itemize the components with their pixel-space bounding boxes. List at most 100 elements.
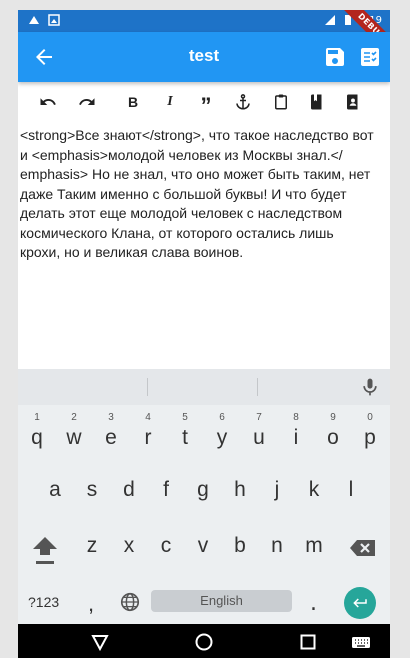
key-j[interactable]: j xyxy=(259,468,295,512)
suggestion-divider xyxy=(257,378,258,396)
shift-key-icon[interactable] xyxy=(30,533,60,567)
key-label: s xyxy=(86,478,98,501)
key-label: x xyxy=(123,534,135,557)
account-box-button[interactable] xyxy=(341,90,365,114)
key-label: k xyxy=(308,478,320,501)
microphone-icon[interactable] xyxy=(360,377,380,397)
suggestion-divider xyxy=(147,378,148,396)
key-c[interactable]: c xyxy=(148,524,184,568)
key-label: y xyxy=(216,426,228,449)
redo-icon xyxy=(79,98,95,105)
account-box-icon xyxy=(347,94,358,110)
key-t[interactable]: 5t xyxy=(167,411,203,455)
comma-key[interactable]: , xyxy=(88,591,94,617)
clipboard-button[interactable] xyxy=(269,90,293,114)
key-label: c xyxy=(160,534,172,557)
key-label: u xyxy=(253,426,265,449)
symbols-key[interactable]: ?123 xyxy=(28,594,59,610)
key-label: a xyxy=(49,478,61,501)
key-z[interactable]: z xyxy=(74,524,110,568)
key-hint: 5 xyxy=(182,412,188,423)
key-f[interactable]: f xyxy=(148,468,184,512)
key-d[interactable]: d xyxy=(111,468,147,512)
key-label: b xyxy=(234,534,246,557)
italic-button[interactable]: I xyxy=(158,90,182,114)
content-line: делать этот еще молодой человек с наслед… xyxy=(20,205,343,221)
key-label: m xyxy=(305,534,323,557)
content-line: и <emphasis>молодой человек из Москвы зн… xyxy=(20,146,343,163)
book-icon xyxy=(311,94,322,110)
key-a[interactable]: a xyxy=(37,468,73,512)
backspace-icon[interactable] xyxy=(348,533,378,563)
key-q[interactable]: 1q xyxy=(19,411,55,455)
key-hint: 3 xyxy=(108,412,114,423)
space-bar[interactable]: English xyxy=(151,590,292,612)
home-circle-icon[interactable] xyxy=(194,632,214,652)
signal-icon xyxy=(324,15,335,25)
key-i[interactable]: 8i xyxy=(278,411,314,455)
key-label: v xyxy=(197,534,209,557)
checklist-icon[interactable] xyxy=(358,45,382,69)
format-toolbar: B I ” xyxy=(18,90,390,118)
key-l[interactable]: l xyxy=(333,468,369,512)
anchor-icon xyxy=(236,94,250,110)
key-label: j xyxy=(274,478,280,501)
key-s[interactable]: s xyxy=(74,468,110,512)
redo-button[interactable] xyxy=(75,90,99,114)
status-bar: 4:19 DEBUG xyxy=(18,10,390,64)
key-b[interactable]: b xyxy=(222,524,258,568)
key-hint: 0 xyxy=(367,412,373,423)
editor-content[interactable]: <strong>Все знают</strong>, что такое на… xyxy=(20,126,390,263)
key-label: z xyxy=(86,534,98,557)
key-y[interactable]: 6y xyxy=(204,411,240,455)
key-e[interactable]: 3e xyxy=(93,411,129,455)
content-line: <strong>Все знают</strong>, что такое на… xyxy=(20,127,374,143)
image-notification-icon xyxy=(48,14,60,26)
key-hint: 2 xyxy=(71,412,77,423)
key-n[interactable]: n xyxy=(259,524,295,568)
book-button[interactable] xyxy=(305,90,329,114)
key-label: r xyxy=(144,426,152,449)
recents-square-icon[interactable] xyxy=(298,632,318,652)
key-label: n xyxy=(271,534,283,557)
key-label: d xyxy=(123,478,135,501)
bold-button[interactable]: B xyxy=(121,90,145,114)
key-x[interactable]: x xyxy=(111,524,147,568)
device-screen: 4:19 DEBUG test B I ” xyxy=(18,10,390,658)
key-u[interactable]: 7u xyxy=(241,411,277,455)
key-hint: 4 xyxy=(145,412,151,423)
content-line: космического Клана, от которого остались… xyxy=(20,224,334,241)
anchor-button[interactable] xyxy=(231,90,255,114)
key-label: q xyxy=(31,426,43,449)
save-icon[interactable] xyxy=(323,45,347,69)
undo-button[interactable] xyxy=(36,90,60,114)
key-label: l xyxy=(348,478,354,501)
enter-key[interactable] xyxy=(344,587,376,619)
key-w[interactable]: 2w xyxy=(56,411,92,455)
key-hint: 9 xyxy=(330,412,336,423)
navigation-bar xyxy=(18,624,390,658)
key-label: t xyxy=(182,426,188,449)
key-o[interactable]: 9o xyxy=(315,411,351,455)
key-m[interactable]: m xyxy=(296,524,332,568)
key-h[interactable]: h xyxy=(222,468,258,512)
key-label: i xyxy=(293,426,299,449)
content-line: даже Таким именно с большой буквы! И что… xyxy=(20,185,347,202)
key-label: e xyxy=(105,426,117,449)
period-key[interactable]: . xyxy=(310,591,317,616)
key-hint: 8 xyxy=(293,412,299,423)
key-k[interactable]: k xyxy=(296,468,332,512)
key-v[interactable]: v xyxy=(185,524,221,568)
key-r[interactable]: 4r xyxy=(130,411,166,455)
quote-button[interactable]: ” xyxy=(194,90,218,118)
keyboard-switch-icon[interactable] xyxy=(351,632,371,652)
globe-icon[interactable] xyxy=(119,591,141,613)
key-hint: 1 xyxy=(34,412,40,423)
suggestion-strip xyxy=(18,369,390,405)
back-triangle-icon[interactable] xyxy=(90,632,110,652)
editor-area[interactable]: B I ” <strong>Все знают</strong>, что та… xyxy=(18,82,390,369)
key-p[interactable]: 0p xyxy=(352,411,388,455)
key-g[interactable]: g xyxy=(185,468,221,512)
content-line: крохи, но и великая слава воинов. xyxy=(20,244,244,260)
key-label: o xyxy=(327,426,339,449)
